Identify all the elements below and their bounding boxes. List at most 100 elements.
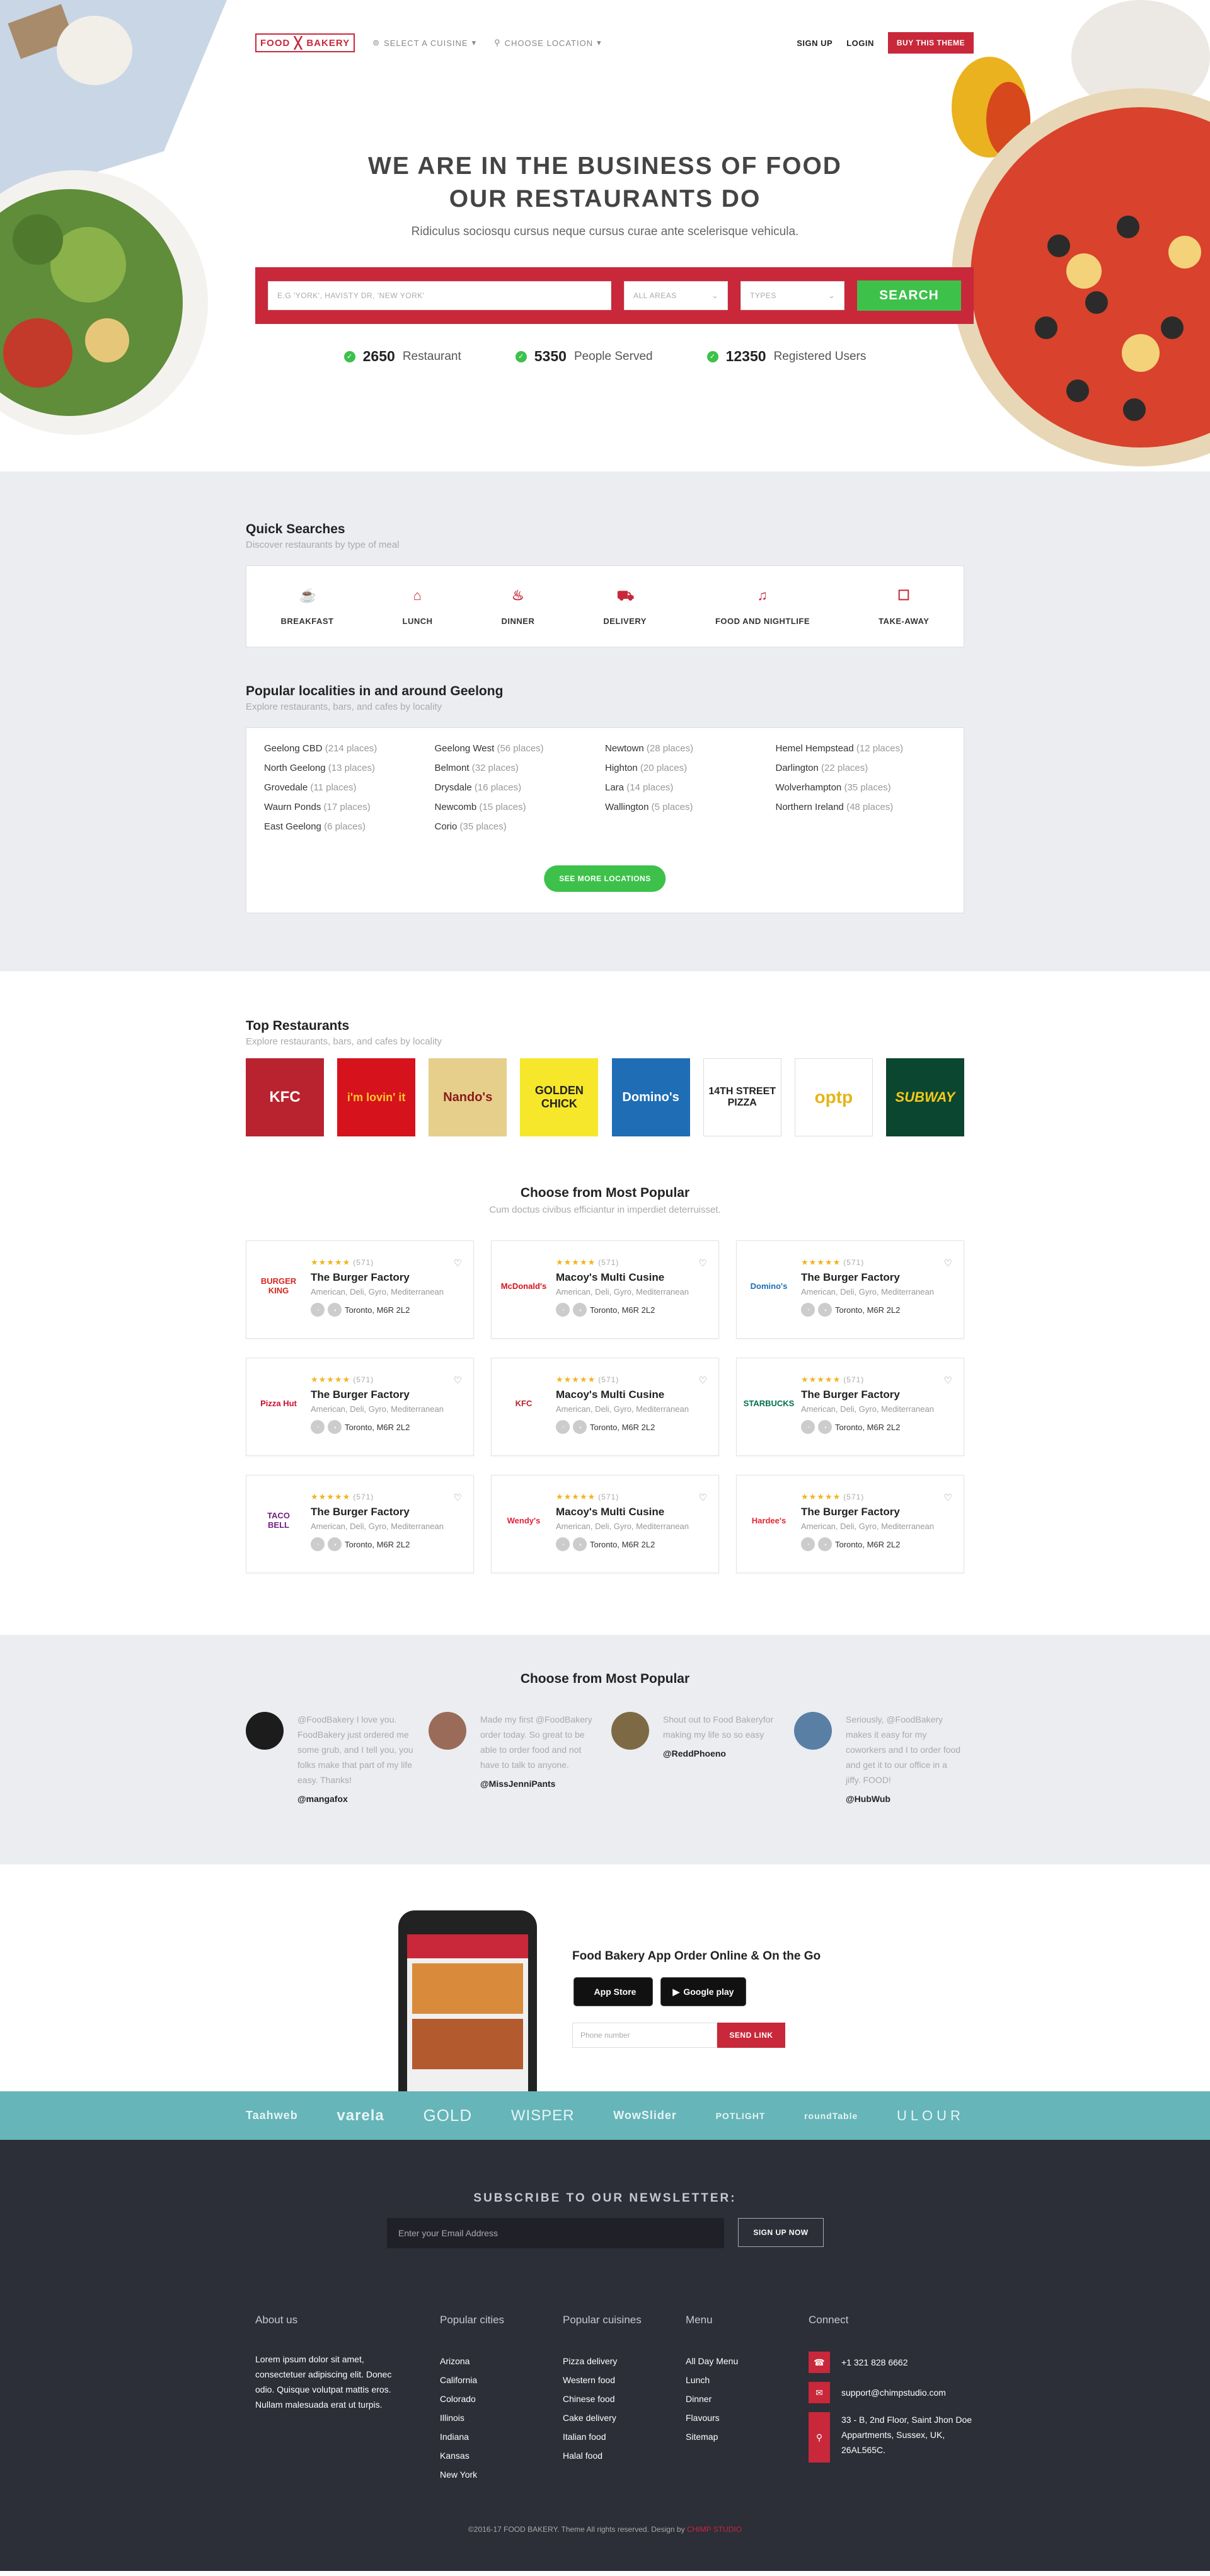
footer-link[interactable]: California: [440, 2371, 563, 2389]
restaurant-card[interactable]: BURGER KING ★★★★★ (571) The Burger Factor…: [246, 1240, 474, 1339]
buy-theme-button[interactable]: BUY THIS THEME: [887, 32, 974, 54]
newsletter-email-input[interactable]: Enter your Email Address: [387, 2218, 724, 2248]
restaurant-name[interactable]: The Burger Factory: [311, 1271, 444, 1284]
restaurant-name[interactable]: The Burger Factory: [801, 1506, 934, 1518]
brand-logo-golden-chick[interactable]: GOLDEN CHICK: [520, 1058, 599, 1136]
studio-link[interactable]: CHIMP STUDIO: [687, 2525, 742, 2534]
restaurant-card[interactable]: TACO BELL ★★★★★ (571) The Burger Factory …: [246, 1475, 474, 1573]
footer-link[interactable]: All Day Menu: [686, 2352, 809, 2371]
locality-link[interactable]: Belmont (32 places): [435, 763, 606, 773]
see-more-locations-button[interactable]: SEE MORE LOCATIONS: [544, 865, 666, 892]
footer-link[interactable]: Cake delivery: [563, 2408, 686, 2427]
footer-link[interactable]: Colorado: [440, 2389, 563, 2408]
footer-link[interactable]: Kansas: [440, 2446, 563, 2465]
footer-link[interactable]: Arizona: [440, 2352, 563, 2371]
types-select[interactable]: TYPES ⌄: [740, 281, 844, 310]
partner-logo[interactable]: Taahweb: [246, 2109, 298, 2122]
restaurant-card[interactable]: Hardee's ★★★★★ (571) The Burger Factory A…: [736, 1475, 964, 1573]
select-cuisine-dropdown[interactable]: ⊚ SELECT A CUISINE ▾: [372, 38, 476, 48]
heart-icon[interactable]: ♡: [699, 1375, 707, 1386]
restaurant-name[interactable]: Macoy's Multi Cusine: [556, 1506, 689, 1518]
app-store-button[interactable]: App Store: [573, 1977, 653, 2006]
restaurant-card[interactable]: Pizza Hut ★★★★★ (571) The Burger Factory …: [246, 1358, 474, 1456]
quick-search-nightlife[interactable]: ♫ FOOD AND NIGHTLIFE: [715, 587, 810, 626]
footer-link[interactable]: Dinner: [686, 2389, 809, 2408]
restaurant-name[interactable]: The Burger Factory: [311, 1506, 444, 1518]
footer-link[interactable]: Indiana: [440, 2427, 563, 2446]
restaurant-card[interactable]: KFC ★★★★★ (571) Macoy's Multi Cusine Amer…: [491, 1358, 719, 1456]
locality-link[interactable]: North Geelong (13 places): [264, 763, 435, 773]
locality-link[interactable]: Wolverhampton (35 places): [776, 782, 947, 793]
phone-number-input[interactable]: Phone number: [572, 2023, 717, 2048]
signup-link[interactable]: SIGN UP: [797, 38, 833, 48]
partner-logo[interactable]: POTLIGHT: [716, 2111, 766, 2121]
contact-email-text[interactable]: support@chimpstudio.com: [841, 2382, 946, 2403]
location-search-input[interactable]: E.G 'YORK', HAVISTY DR, 'NEW YORK': [268, 281, 611, 310]
partner-logo[interactable]: WISPER: [511, 2107, 575, 2125]
locality-link[interactable]: Northern Ireland (48 places): [776, 802, 947, 812]
partner-logo[interactable]: varela: [337, 2107, 384, 2125]
restaurant-card[interactable]: Wendy's ★★★★★ (571) Macoy's Multi Cusine …: [491, 1475, 719, 1573]
brand-logo-optp[interactable]: optp: [794, 1058, 873, 1136]
heart-icon[interactable]: ♡: [699, 1257, 707, 1269]
heart-icon[interactable]: ♡: [944, 1375, 952, 1386]
locality-link[interactable]: Lara (14 places): [605, 782, 776, 793]
restaurant-name[interactable]: The Burger Factory: [801, 1271, 934, 1284]
testimonial-handle[interactable]: @ReddPhoeno: [663, 1748, 781, 1759]
partner-logo[interactable]: ULOUR: [897, 2108, 964, 2124]
contact-phone-text[interactable]: +1 321 828 6662: [841, 2352, 908, 2373]
brand-logo-subway[interactable]: SUBWAY: [885, 1058, 964, 1136]
heart-icon[interactable]: ♡: [454, 1492, 462, 1503]
partner-logo[interactable]: GOLD: [423, 2106, 472, 2125]
locality-link[interactable]: Hemel Hempstead (12 places): [776, 743, 947, 754]
quick-search-delivery[interactable]: ⛟ DELIVERY: [603, 587, 647, 626]
restaurant-card[interactable]: McDonald's ★★★★★ (571) Macoy's Multi Cusi…: [491, 1240, 719, 1339]
testimonial-handle[interactable]: @MissJenniPants: [480, 1779, 599, 1789]
testimonial-handle[interactable]: @HubWub: [846, 1794, 964, 1804]
restaurant-name[interactable]: Macoy's Multi Cusine: [556, 1271, 689, 1284]
heart-icon[interactable]: ♡: [944, 1257, 952, 1269]
locality-link[interactable]: Wallington (5 places): [605, 802, 776, 812]
partner-logo[interactable]: WowSlider: [613, 2109, 677, 2122]
footer-link[interactable]: Chinese food: [563, 2389, 686, 2408]
locality-link[interactable]: Newtown (28 places): [605, 743, 776, 754]
heart-icon[interactable]: ♡: [699, 1492, 707, 1503]
locality-link[interactable]: Geelong CBD (214 places): [264, 743, 435, 754]
login-link[interactable]: LOGIN: [846, 38, 874, 48]
footer-link[interactable]: Western food: [563, 2371, 686, 2389]
brand-logo-nandos[interactable]: Nando's: [429, 1058, 507, 1136]
locality-link[interactable]: Newcomb (15 places): [435, 802, 606, 812]
search-button[interactable]: SEARCH: [857, 280, 961, 311]
restaurant-card[interactable]: STARBUCKS ★★★★★ (571) The Burger Factory …: [736, 1358, 964, 1456]
choose-location-dropdown[interactable]: ⚲ CHOOSE LOCATION ▾: [494, 38, 602, 48]
newsletter-signup-button[interactable]: SIGN UP NOW: [738, 2218, 824, 2247]
locality-link[interactable]: Darlington (22 places): [776, 763, 947, 773]
footer-link[interactable]: Lunch: [686, 2371, 809, 2389]
locality-link[interactable]: Highton (20 places): [605, 763, 776, 773]
locality-link[interactable]: Geelong West (56 places): [435, 743, 606, 754]
footer-link[interactable]: Halal food: [563, 2446, 686, 2465]
food-bakery-logo[interactable]: FOOD BAKERY: [255, 33, 355, 52]
area-select[interactable]: ALL AREAS ⌄: [624, 281, 728, 310]
heart-icon[interactable]: ♡: [944, 1492, 952, 1503]
quick-search-takeaway[interactable]: ☐ TAKE-AWAY: [879, 587, 929, 626]
quick-search-breakfast[interactable]: ☕ BREAKFAST: [281, 587, 334, 626]
heart-icon[interactable]: ♡: [454, 1375, 462, 1386]
locality-link[interactable]: East Geelong (6 places): [264, 821, 435, 832]
footer-link[interactable]: Sitemap: [686, 2427, 809, 2446]
locality-link[interactable]: Drysdale (16 places): [435, 782, 606, 793]
footer-link[interactable]: New York: [440, 2465, 563, 2484]
brand-logo-kfc[interactable]: KFC: [246, 1058, 324, 1136]
send-link-button[interactable]: SEND LINK: [717, 2023, 785, 2048]
restaurant-name[interactable]: Macoy's Multi Cusine: [556, 1389, 689, 1401]
quick-search-dinner[interactable]: ♨ DINNER: [502, 587, 535, 626]
restaurant-name[interactable]: The Burger Factory: [801, 1389, 934, 1401]
testimonial-handle[interactable]: @mangafox: [297, 1794, 416, 1804]
heart-icon[interactable]: ♡: [454, 1257, 462, 1269]
footer-link[interactable]: Flavours: [686, 2408, 809, 2427]
brand-logo-mcdonalds[interactable]: i'm lovin' it: [337, 1058, 416, 1136]
google-play-button[interactable]: ▶ Google play: [660, 1977, 746, 2006]
brand-logo-14th-street-pizza[interactable]: 14TH STREET PIZZA: [703, 1058, 781, 1136]
restaurant-name[interactable]: The Burger Factory: [311, 1389, 444, 1401]
locality-link[interactable]: Waurn Ponds (17 places): [264, 802, 435, 812]
